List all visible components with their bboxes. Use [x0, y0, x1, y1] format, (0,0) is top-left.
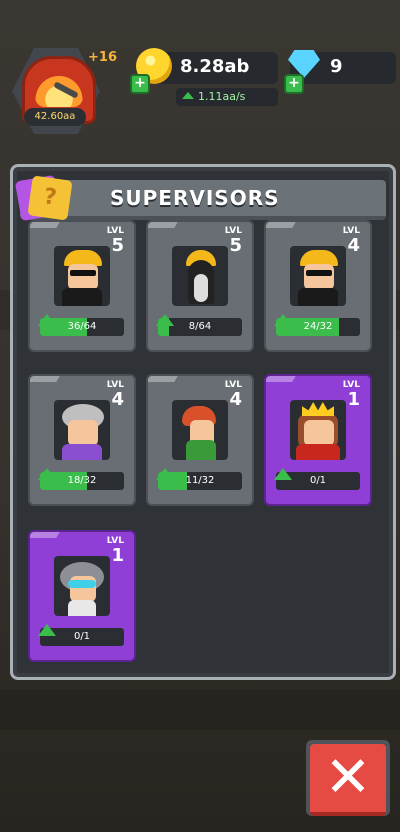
crown-icon: [302, 402, 334, 416]
chainsaw-worker-portrait: [172, 400, 228, 460]
penguin-belly: [194, 274, 208, 302]
level-value: 1: [111, 545, 124, 566]
card-corner-stripe: [30, 222, 60, 228]
close-icon[interactable]: ✕: [320, 744, 376, 812]
face: [304, 264, 334, 290]
dress: [62, 444, 102, 460]
face: [304, 420, 334, 446]
level-value: 5: [111, 235, 124, 256]
level-value: 4: [111, 389, 124, 410]
card-corner-stripe: [266, 376, 296, 382]
shirt: [68, 600, 96, 616]
goggles-icon: [68, 580, 96, 588]
scientist-portrait: [54, 556, 110, 616]
supervisor-card-5[interactable]: LVL 4 11/32: [146, 374, 254, 506]
level-value: 4: [347, 235, 360, 256]
card-corner-stripe: [30, 532, 60, 538]
supervisor-card-2[interactable]: LVL 5 8/64: [146, 220, 254, 352]
upgrade-arrow-icon: [274, 314, 292, 326]
level-value: 1: [347, 389, 360, 410]
upgrade-arrow-icon: [38, 314, 56, 326]
supervisor-card-3[interactable]: LVL 4 24/32: [264, 220, 372, 352]
upgrade-arrow-icon: [274, 468, 292, 480]
panel-title: SUPERVISORS: [110, 186, 280, 210]
speed-bonus: +16: [88, 50, 117, 65]
forewoman-portrait: [290, 246, 346, 306]
face: [68, 264, 98, 290]
upgrade-arrow-icon: [156, 468, 174, 480]
card-corner-stripe: [30, 376, 60, 382]
sunglasses-icon: [306, 270, 332, 276]
gems-value: 9: [330, 56, 343, 77]
mystery-card-button[interactable]: ?: [27, 175, 73, 221]
upgrade-arrow-icon: [38, 624, 56, 636]
miner-boss-portrait: [54, 246, 110, 306]
penguin-portrait: [172, 246, 228, 306]
level-value: 4: [229, 389, 242, 410]
upgrade-arrow-icon: [156, 314, 174, 326]
face: [68, 420, 98, 446]
background-stripe: [0, 690, 400, 730]
grandma-portrait: [54, 400, 110, 460]
supervisor-card-7[interactable]: LVL 1 0/1: [28, 530, 136, 662]
rate-up-arrow-icon: [182, 92, 194, 99]
card-corner-stripe: [148, 222, 178, 228]
speed-value: 42.60aa: [24, 108, 86, 126]
card-corner-stripe: [266, 222, 296, 228]
sunglasses-icon: [70, 270, 96, 276]
upgrade-arrow-icon: [38, 468, 56, 480]
add-gems-button[interactable]: +: [284, 74, 304, 94]
suit: [62, 288, 102, 306]
add-cash-button[interactable]: +: [130, 74, 150, 94]
cash-value: 8.28ab: [180, 56, 250, 77]
supervisor-card-6[interactable]: LVL 1 0/1: [264, 374, 372, 506]
level-value: 5: [229, 235, 242, 256]
card-corner-stripe: [148, 376, 178, 382]
supervisor-card-1[interactable]: LVL 5 36/64: [28, 220, 136, 352]
suit: [298, 288, 338, 306]
cash-rate: 1.11aa/s: [198, 90, 246, 103]
supervisor-card-4[interactable]: LVL 4 18/32: [28, 374, 136, 506]
robe: [296, 444, 340, 460]
queen-portrait: [290, 400, 346, 460]
suit: [186, 440, 216, 460]
